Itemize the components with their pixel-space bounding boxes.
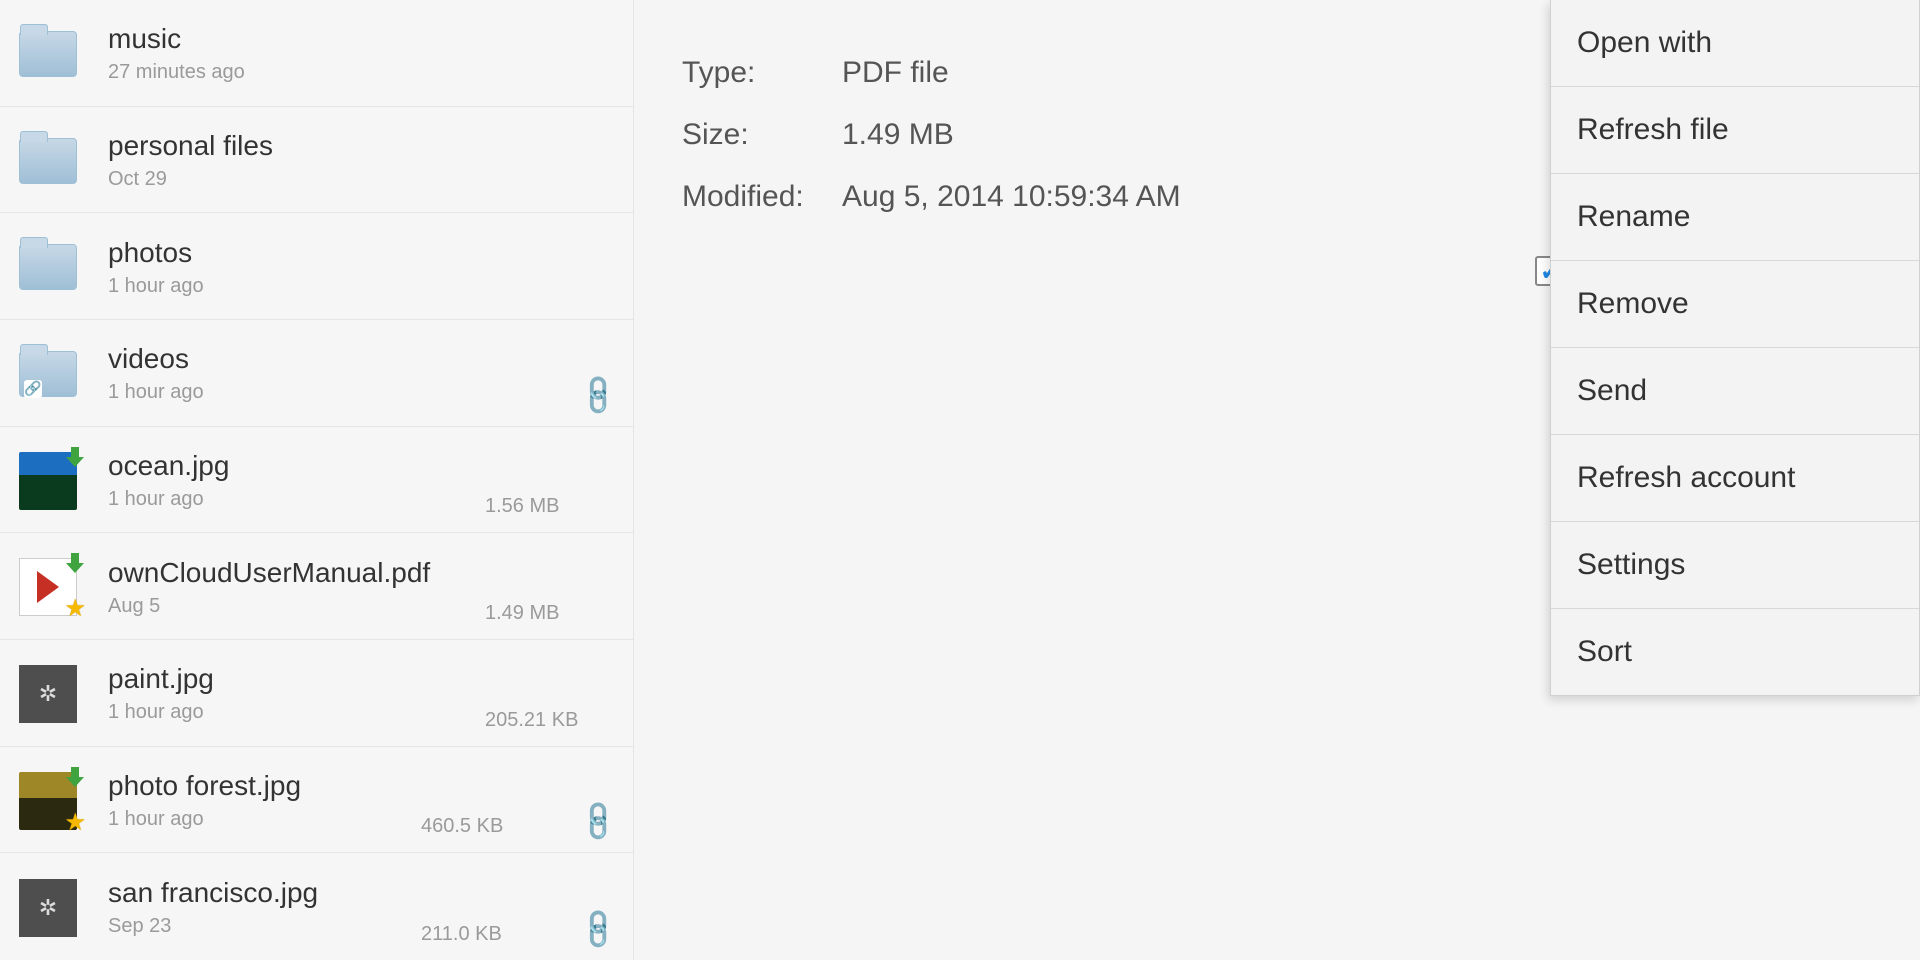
menu-sort[interactable]: Sort [1551,609,1919,695]
detail-modified-label: Modified: [682,180,842,214]
gear-icon: ✲ [19,665,77,723]
pdf-thumbnail: ★ [18,557,78,617]
shared-link-icon: 🔗 [574,797,622,845]
file-subtext: 1 hour ago [108,808,421,831]
file-size: 211.0 KB [421,923,551,946]
file-subtext: 1 hour ago [108,701,485,724]
file-detail-pane: Type: PDF file Size: 1.49 MB Modified: A… [634,0,1920,960]
image-thumbnail: ✲ [18,878,78,938]
file-subtext: Sep 23 [108,915,421,938]
file-info: videos 1 hour ago [108,343,569,404]
file-name: photos [108,237,615,269]
file-info: ocean.jpg 1 hour ago [108,450,485,511]
detail-type-value: PDF file [842,56,949,90]
detail-size-value: 1.49 MB [842,118,954,152]
file-subtext: 1 hour ago [108,381,569,404]
folder-icon [18,24,78,84]
list-item[interactable]: ★ ownCloudUserManual.pdf Aug 5 1.49 MB [0,533,633,640]
file-info: personal files Oct 29 [108,130,615,191]
list-item[interactable]: ocean.jpg 1 hour ago 1.56 MB [0,427,633,534]
menu-refresh-file[interactable]: Refresh file [1551,87,1919,174]
file-size: 205.21 KB [485,709,615,732]
list-item[interactable]: ✲ paint.jpg 1 hour ago 205.21 KB [0,640,633,747]
file-name: personal files [108,130,615,162]
image-thumbnail [18,451,78,511]
file-subtext: Aug 5 [108,595,485,618]
gear-icon: ✲ [19,879,77,937]
menu-refresh-account[interactable]: Refresh account [1551,435,1919,522]
downloaded-icon [66,767,84,787]
file-info: paint.jpg 1 hour ago [108,663,485,724]
list-item[interactable]: personal files Oct 29 [0,107,633,214]
file-name: san francisco.jpg [108,877,421,909]
file-info: photo forest.jpg 1 hour ago [108,770,421,831]
file-subtext: 1 hour ago [108,275,615,298]
file-row-right: 1.49 MB [485,602,615,625]
file-row-right: 205.21 KB [485,709,615,732]
file-name: music [108,23,615,55]
image-thumbnail: ★ [18,771,78,831]
file-name: ownCloudUserManual.pdf [108,557,485,589]
file-info: photos 1 hour ago [108,237,615,298]
file-name: photo forest.jpg [108,770,421,802]
file-size: 1.49 MB [485,602,615,625]
file-subtext: 1 hour ago [108,488,485,511]
file-row-right: 1.56 MB [485,495,615,518]
file-info: music 27 minutes ago [108,23,615,84]
link-icon: 🔗 [24,380,42,398]
menu-send[interactable]: Send [1551,348,1919,435]
list-item[interactable]: music 27 minutes ago [0,0,633,107]
detail-size-label: Size: [682,118,842,152]
detail-type-label: Type: [682,56,842,90]
favorite-star-icon: ★ [64,808,86,837]
list-item[interactable]: photos 1 hour ago [0,213,633,320]
folder-icon [18,131,78,191]
menu-settings[interactable]: Settings [1551,522,1919,609]
list-item[interactable]: ✲ san francisco.jpg Sep 23 211.0 KB 🔗 [0,853,633,960]
file-size: 1.56 MB [485,495,615,518]
file-name: paint.jpg [108,663,485,695]
file-subtext: 27 minutes ago [108,61,615,84]
menu-open-with[interactable]: Open with [1551,0,1919,87]
image-thumbnail: ✲ [18,664,78,724]
menu-rename[interactable]: Rename [1551,174,1919,261]
file-row-right: 460.5 KB 🔗 [421,804,615,838]
list-item[interactable]: 🔗 videos 1 hour ago 🔗 [0,320,633,427]
folder-icon [18,237,78,297]
favorite-star-icon: ★ [64,594,86,623]
overflow-menu: Open with Refresh file Rename Remove Sen… [1550,0,1920,696]
file-info: san francisco.jpg Sep 23 [108,877,421,938]
detail-modified-value: Aug 5, 2014 10:59:34 AM [842,180,1181,214]
file-name: ocean.jpg [108,450,485,482]
file-info: ownCloudUserManual.pdf Aug 5 [108,557,485,618]
folder-shared-icon: 🔗 [18,344,78,404]
shared-link-icon: 🔗 [574,905,622,953]
file-size: 460.5 KB [421,815,551,838]
file-list: music 27 minutes ago personal files Oct … [0,0,634,960]
downloaded-icon [66,553,84,573]
downloaded-icon [66,447,84,467]
file-subtext: Oct 29 [108,168,615,191]
file-row-right: 🔗 [569,378,615,412]
file-name: videos [108,343,569,375]
file-row-right: 211.0 KB 🔗 [421,912,615,946]
menu-remove[interactable]: Remove [1551,261,1919,348]
shared-link-icon: 🔗 [574,371,622,419]
list-item[interactable]: ★ photo forest.jpg 1 hour ago 460.5 KB 🔗 [0,747,633,854]
